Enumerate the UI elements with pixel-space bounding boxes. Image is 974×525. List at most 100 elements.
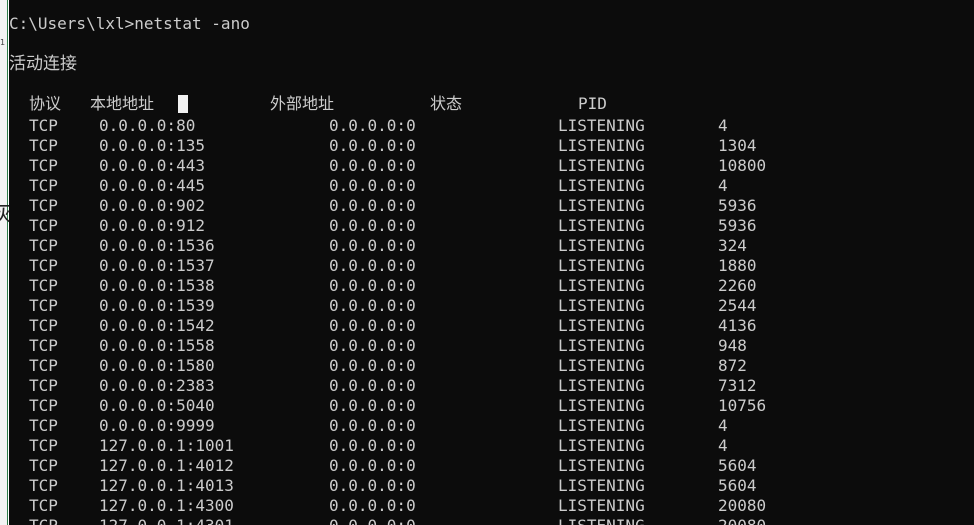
cell-local-address: 0.0.0.0:80 [99,116,196,135]
cell-pid: 7312 [718,376,757,395]
cell-pid: 20080 [718,516,766,525]
table-row: TCP 0.0.0.0:135 0.0.0.0:0 LISTENING 1304 [9,136,974,156]
cell-state: LISTENING [558,496,645,515]
connections-table: TCP 0.0.0.0:80 0.0.0.0:0 LISTENING 4 TCP 0.0.0… [9,116,974,525]
console-window[interactable]: C:\Users\lxl>netstat -ano 活动连接 协议 本地地址 外… [9,0,974,525]
cell-local-address: 0.0.0.0:443 [99,156,205,175]
table-row: TCP 0.0.0.0:1536 0.0.0.0:0 LISTENING 324 [9,236,974,256]
cell-state: LISTENING [558,236,645,255]
cell-protocol: TCP [29,136,58,155]
cell-foreign-address: 0.0.0.0:0 [329,456,416,475]
cell-protocol: TCP [29,256,58,275]
table-row: TCP 0.0.0.0:80 0.0.0.0:0 LISTENING 4 [9,116,974,136]
cell-protocol: TCP [29,116,58,135]
table-row: TCP 0.0.0.0:902 0.0.0.0:0 LISTENING 5936 [9,196,974,216]
cell-local-address: 0.0.0.0:1538 [99,276,215,295]
cell-pid: 4 [718,176,728,195]
table-row: TCP 127.0.0.1:4013 0.0.0.0:0 LISTENING 5604 [9,476,974,496]
cell-state: LISTENING [558,116,645,135]
cell-state: LISTENING [558,376,645,395]
cell-foreign-address: 0.0.0.0:0 [329,496,416,515]
cell-protocol: TCP [29,236,58,255]
cell-local-address: 0.0.0.0:9999 [99,416,215,435]
cell-protocol: TCP [29,496,58,515]
cell-state: LISTENING [558,176,645,195]
table-row: TCP 127.0.0.1:1001 0.0.0.0:0 LISTENING 4 [9,436,974,456]
cell-pid: 2544 [718,296,757,315]
cell-protocol: TCP [29,296,58,315]
cell-protocol: TCP [29,436,58,455]
cell-foreign-address: 0.0.0.0:0 [329,516,416,525]
cell-state: LISTENING [558,316,645,335]
table-row: TCP 0.0.0.0:912 0.0.0.0:0 LISTENING 5936 [9,216,974,236]
cell-state: LISTENING [558,436,645,455]
cell-foreign-address: 0.0.0.0:0 [329,116,416,135]
table-row: TCP 0.0.0.0:1538 0.0.0.0:0 LISTENING 2260 [9,276,974,296]
cell-pid: 4 [718,116,728,135]
cell-local-address: 127.0.0.1:4300 [99,496,234,515]
cell-state: LISTENING [558,356,645,375]
cell-protocol: TCP [29,416,58,435]
cell-local-address: 0.0.0.0:1539 [99,296,215,315]
table-row: TCP 0.0.0.0:1558 0.0.0.0:0 LISTENING 948 [9,336,974,356]
cell-protocol: TCP [29,176,58,195]
cell-local-address: 0.0.0.0:1537 [99,256,215,275]
cell-local-address: 0.0.0.0:2383 [99,376,215,395]
cell-local-address: 127.0.0.1:4012 [99,456,234,475]
cell-foreign-address: 0.0.0.0:0 [329,236,416,255]
column-header-state: 状态 [430,94,463,113]
cell-foreign-address: 0.0.0.0:0 [329,416,416,435]
cell-pid: 4136 [718,316,757,335]
cell-pid: 1880 [718,256,757,275]
table-row: TCP 0.0.0.0:1542 0.0.0.0:0 LISTENING 4136 [9,316,974,336]
column-header-protocol: 协议 [29,94,62,113]
cell-pid: 2260 [718,276,757,295]
cell-foreign-address: 0.0.0.0:0 [329,276,416,295]
cell-local-address: 0.0.0.0:902 [99,196,205,215]
cell-pid: 4 [718,416,728,435]
cell-state: LISTENING [558,276,645,295]
table-row: TCP 0.0.0.0:1580 0.0.0.0:0 LISTENING 872 [9,356,974,376]
cell-local-address: 0.0.0.0:445 [99,176,205,195]
cell-pid: 5604 [718,456,757,475]
cell-protocol: TCP [29,196,58,215]
cell-protocol: TCP [29,356,58,375]
cell-foreign-address: 0.0.0.0:0 [329,296,416,315]
cell-foreign-address: 0.0.0.0:0 [329,156,416,175]
cell-foreign-address: 0.0.0.0:0 [329,176,416,195]
cell-foreign-address: 0.0.0.0:0 [329,436,416,455]
cell-pid: 4 [718,436,728,455]
cell-pid: 10800 [718,156,767,175]
column-header-foreign-address: 外部地址 [270,94,335,113]
cell-protocol: TCP [29,376,58,395]
cell-foreign-address: 0.0.0.0:0 [329,256,416,275]
cell-local-address: 0.0.0.0:1542 [99,316,215,335]
prompt-path: C:\Users\lxl> [9,14,135,33]
cell-pid: 324 [718,236,747,255]
cell-foreign-address: 0.0.0.0:0 [329,316,416,335]
cell-local-address: 127.0.0.1:4301 [99,516,234,525]
background-window-glyph: 1 [0,38,6,47]
cell-protocol: TCP [29,156,58,175]
text-cursor [178,95,188,113]
cell-state: LISTENING [558,256,645,275]
section-title: 活动连接 [9,54,77,74]
table-row: TCP 0.0.0.0:445 0.0.0.0:0 LISTENING 4 [9,176,974,196]
cell-pid: 20080 [718,496,767,515]
cell-pid: 5936 [718,216,757,235]
cell-protocol: TCP [29,456,58,475]
cell-local-address: 0.0.0.0:1558 [99,336,215,355]
table-row: TCP 127.0.0.1:4300 0.0.0.0:0 LISTENING 20080 [9,496,974,516]
table-row: TCP 0.0.0.0:1537 0.0.0.0:0 LISTENING 1880 [9,256,974,276]
column-header-pid: PID [578,94,607,113]
cell-local-address: 0.0.0.0:1580 [99,356,215,375]
cell-state: LISTENING [558,336,645,355]
cell-pid: 10756 [718,396,767,415]
cell-protocol: TCP [29,276,58,295]
table-row: TCP 0.0.0.0:443 0.0.0.0:0 LISTENING 10800 [9,156,974,176]
cell-protocol: TCP [29,216,58,235]
cell-foreign-address: 0.0.0.0:0 [329,136,416,155]
cell-state: LISTENING [558,516,645,525]
cell-protocol: TCP [29,476,58,495]
table-row: TCP 127.0.0.1:4301 0.0.0.0:0 LISTENING 20080 [9,516,974,525]
